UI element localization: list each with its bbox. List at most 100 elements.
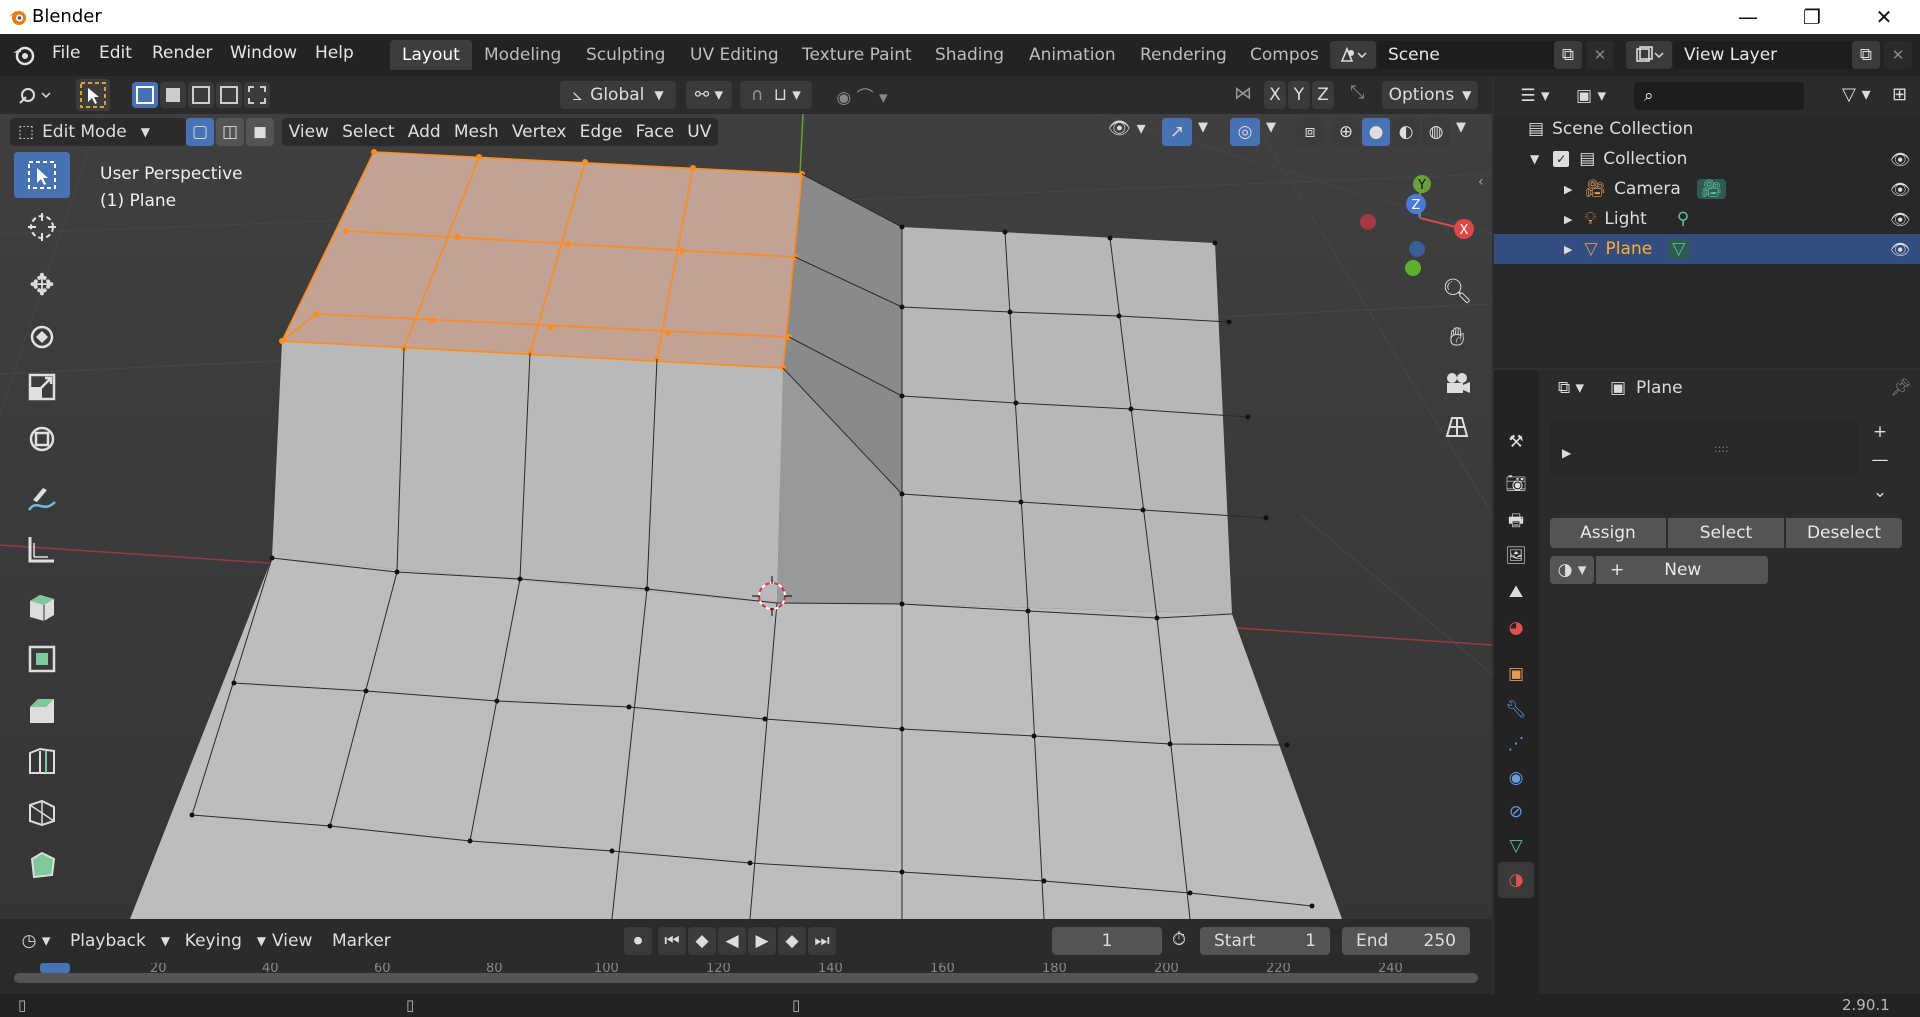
slot-specials-button[interactable]: ⌄ bbox=[1866, 480, 1894, 504]
material-shading-button[interactable]: ◐ bbox=[1392, 118, 1420, 146]
rotate-tool[interactable] bbox=[14, 314, 70, 360]
tab-texture-paint[interactable]: Texture Paint bbox=[790, 40, 924, 70]
display-mode-dropdown[interactable]: ▣ ▾ bbox=[1568, 82, 1614, 110]
tab-modifiers[interactable]: 🔧︎ bbox=[1498, 692, 1534, 728]
scene-copy-button[interactable]: ⧉ bbox=[1554, 41, 1582, 69]
expand-arrow-icon[interactable]: ▶ bbox=[1564, 183, 1572, 196]
auto-merge-icon[interactable]: ⤡ bbox=[1350, 82, 1364, 103]
tab-modeling[interactable]: Modeling bbox=[472, 40, 573, 70]
tab-layout[interactable]: Layout bbox=[390, 40, 472, 70]
menu-vertex[interactable]: Vertex bbox=[512, 122, 567, 142]
wireframe-shading-button[interactable]: ⊕ bbox=[1332, 118, 1360, 146]
menu-playback[interactable]: Playback bbox=[70, 931, 146, 951]
new-material-button[interactable]: + New bbox=[1596, 556, 1768, 584]
active-tool-button[interactable] bbox=[76, 79, 110, 111]
navigation-gizmo[interactable]: Y Z X bbox=[1340, 164, 1480, 284]
start-frame-field[interactable]: Start 1 bbox=[1200, 927, 1330, 955]
outliner-row-plane[interactable]: ▶ ▽ Plane ▽ 👁︎ bbox=[1494, 234, 1920, 264]
mode-dropdown[interactable]: ⬚ Edit Mode ▼ bbox=[10, 118, 186, 146]
mirror-y-toggle[interactable]: Y bbox=[1288, 81, 1310, 109]
expand-arrow-icon[interactable]: ▶ bbox=[1564, 213, 1572, 226]
tab-data[interactable]: ▽ bbox=[1498, 828, 1534, 864]
new-collection-button[interactable]: ⊞ bbox=[1892, 84, 1907, 105]
pin-icon[interactable]: 📌︎ bbox=[1890, 378, 1912, 398]
camera-data-icon[interactable]: 🎥︎ bbox=[1696, 179, 1727, 199]
gizmo-toggle[interactable]: ↗ bbox=[1162, 118, 1192, 146]
timeline-editor-type[interactable]: ◷ ▾ bbox=[12, 927, 60, 955]
gizmo-dropdown[interactable]: ▼ bbox=[1198, 120, 1208, 135]
cursor-tool[interactable] bbox=[14, 204, 70, 250]
bevel-tool[interactable] bbox=[14, 688, 70, 734]
xray-toggle[interactable]: ⧈ bbox=[1296, 118, 1324, 146]
scene-name-field[interactable]: Scene bbox=[1378, 41, 1560, 69]
timeline-scrollbar[interactable] bbox=[14, 973, 1478, 983]
options-dropdown[interactable]: Options ▼ bbox=[1382, 81, 1478, 109]
menu-face[interactable]: Face bbox=[636, 122, 674, 142]
prev-keyframe-button[interactable]: ◆ bbox=[688, 927, 716, 955]
play-button[interactable]: ▶ bbox=[748, 927, 776, 955]
tab-uv-editing[interactable]: UV Editing bbox=[678, 40, 791, 70]
viewport-canvas[interactable] bbox=[0, 114, 1492, 919]
menu-add[interactable]: Add bbox=[408, 122, 441, 142]
tab-particles[interactable]: ⋰ bbox=[1498, 726, 1534, 762]
outliner-row-light[interactable]: ▶ 💡︎ Light ⚲ 👁︎ bbox=[1494, 204, 1920, 234]
timeline-ruler[interactable]: 20 40 60 80 100 120 140 160 180 200 220 … bbox=[0, 963, 1492, 997]
tab-object[interactable]: ▣ bbox=[1498, 656, 1534, 692]
expand-arrow-icon[interactable]: ▶ bbox=[1564, 243, 1572, 256]
face-select-button[interactable]: ◼ bbox=[246, 118, 274, 146]
menu-timeline-view[interactable]: View bbox=[272, 931, 312, 951]
scale-tool[interactable] bbox=[14, 364, 70, 410]
view-layer-remove-button[interactable]: ✕ bbox=[1884, 41, 1912, 69]
eye-icon[interactable]: 👁︎ bbox=[1890, 210, 1910, 229]
list-resize-grip[interactable]: :::: bbox=[1714, 442, 1729, 455]
mesh-data-icon[interactable]: ▽ bbox=[1668, 239, 1690, 259]
tab-compositing[interactable]: Compos bbox=[1238, 40, 1320, 70]
material-browse-button[interactable]: ◑ ▾ bbox=[1550, 556, 1594, 584]
poly-build-tool[interactable] bbox=[14, 842, 70, 888]
tab-material[interactable]: ◑ bbox=[1498, 862, 1534, 898]
tab-physics[interactable]: ◉ bbox=[1498, 760, 1534, 796]
menu-view[interactable]: View bbox=[289, 122, 329, 142]
loop-cut-tool[interactable] bbox=[14, 738, 70, 784]
tab-rendering[interactable]: Rendering bbox=[1128, 40, 1239, 70]
menu-window[interactable]: Window bbox=[230, 43, 297, 63]
view-layer-copy-button[interactable]: ⧉ bbox=[1852, 41, 1880, 69]
tab-sculpting[interactable]: Sculpting bbox=[574, 40, 677, 70]
add-cube-tool[interactable] bbox=[14, 584, 70, 630]
pivot-point-dropdown[interactable]: ⚯ ▾ bbox=[686, 81, 732, 109]
overlay-toggle[interactable]: ◎ bbox=[1230, 118, 1260, 146]
select-button[interactable]: Select bbox=[1668, 518, 1784, 548]
annotate-tool[interactable] bbox=[14, 476, 70, 522]
pan-button[interactable]: ✋︎ bbox=[1436, 316, 1478, 358]
remove-slot-button[interactable]: — bbox=[1866, 448, 1894, 472]
tab-output[interactable]: 🖶 bbox=[1498, 504, 1534, 540]
next-keyframe-button[interactable]: ◆ bbox=[778, 927, 806, 955]
close-button[interactable]: ✕ bbox=[1856, 0, 1912, 34]
tab-tool[interactable]: ⚒ bbox=[1498, 424, 1534, 460]
view-layer-name-field[interactable]: View Layer bbox=[1674, 41, 1860, 69]
view-layer-browse-button[interactable] bbox=[1626, 41, 1672, 69]
zoom-button[interactable]: 🔍︎ bbox=[1436, 270, 1478, 312]
jump-start-button[interactable]: ⏮ bbox=[658, 927, 686, 955]
editor-type-button[interactable] bbox=[10, 81, 60, 109]
menu-select[interactable]: Select bbox=[342, 122, 394, 142]
tab-shading[interactable]: Shading bbox=[923, 40, 1016, 70]
jump-end-button[interactable]: ⏭ bbox=[808, 927, 836, 955]
select-intersect-button[interactable] bbox=[244, 82, 270, 108]
tab-constraints[interactable]: ⊘ bbox=[1498, 794, 1534, 830]
menu-edge[interactable]: Edge bbox=[580, 122, 623, 142]
measure-tool[interactable] bbox=[14, 526, 70, 572]
vertex-select-button[interactable]: ▢ bbox=[186, 118, 214, 146]
rendered-shading-button[interactable]: ◍ bbox=[1422, 118, 1450, 146]
assign-button[interactable]: Assign bbox=[1550, 518, 1666, 548]
edge-select-button[interactable]: ◫ bbox=[216, 118, 244, 146]
menu-mesh[interactable]: Mesh bbox=[454, 122, 499, 142]
stopwatch-icon[interactable]: ⏱ bbox=[1172, 929, 1186, 950]
transform-orientation-dropdown[interactable]: ⦣ Global ▼ bbox=[560, 81, 676, 109]
minimize-button[interactable]: — bbox=[1720, 0, 1776, 34]
outliner-row-collection[interactable]: ▼ ✓ ▤ Collection 👁︎ bbox=[1494, 144, 1920, 174]
tab-scene[interactable]: ⛰ bbox=[1498, 574, 1534, 610]
solid-shading-button[interactable]: ● bbox=[1362, 118, 1390, 146]
blender-menu-icon[interactable] bbox=[12, 43, 36, 67]
end-frame-field[interactable]: End 250 bbox=[1342, 927, 1470, 955]
